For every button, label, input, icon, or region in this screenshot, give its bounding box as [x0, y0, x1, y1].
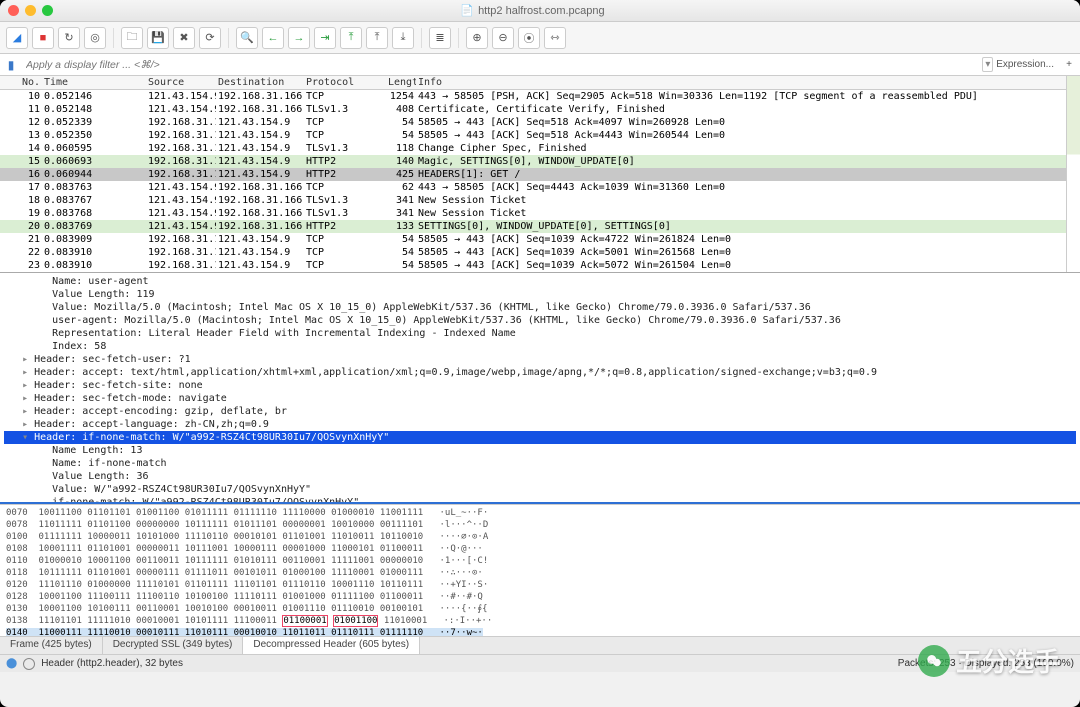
- title-bar: 📄 http2 halfrost.com.pcapng: [0, 0, 1080, 22]
- zoom-reset-icon[interactable]: ⦿: [518, 27, 540, 49]
- zoom-icon[interactable]: [42, 5, 53, 16]
- display-filter-input[interactable]: [22, 57, 974, 73]
- restart-icon[interactable]: ↻: [58, 27, 80, 49]
- goto-icon[interactable]: ⤒: [340, 27, 362, 49]
- packet-row[interactable]: 170.083763121.43.154.9192.168.31.166TCP6…: [0, 181, 1066, 194]
- packet-row[interactable]: 160.060944192.168.31.1…121.43.154.9HTTP2…: [0, 168, 1066, 181]
- window-title: http2 halfrost.com.pcapng: [478, 5, 605, 17]
- bookmark-icon[interactable]: ▮: [4, 58, 18, 72]
- last-icon[interactable]: ⤓: [392, 27, 414, 49]
- status-field: Header (http2.header), 32 bytes: [41, 658, 183, 669]
- packet-row[interactable]: 180.083767121.43.154.9192.168.31.166TLSv…: [0, 194, 1066, 207]
- close-icon[interactable]: [8, 5, 19, 16]
- resize-cols-icon[interactable]: ⇿: [544, 27, 566, 49]
- packet-row[interactable]: 230.083910192.168.31.1…121.43.154.9TCP54…: [0, 259, 1066, 272]
- packet-header: No. Time Source Destination Protocol Len…: [0, 76, 1066, 90]
- gear-icon[interactable]: [23, 658, 35, 670]
- packet-list[interactable]: No. Time Source Destination Protocol Len…: [0, 76, 1080, 272]
- add-filter-button[interactable]: +: [1062, 59, 1076, 70]
- packet-row[interactable]: 190.083768121.43.154.9192.168.31.166TLSv…: [0, 207, 1066, 220]
- packet-row[interactable]: 100.052146121.43.154.9192.168.31.166TCP1…: [0, 90, 1066, 103]
- packet-row[interactable]: 210.083909192.168.31.1…121.43.154.9TCP54…: [0, 233, 1066, 246]
- find-icon[interactable]: 🔍: [236, 27, 258, 49]
- packet-row[interactable]: 130.052350192.168.31.1…121.43.154.9TCP54…: [0, 129, 1066, 142]
- close-file-icon[interactable]: ✖: [173, 27, 195, 49]
- shark-fin-icon[interactable]: ◢: [6, 27, 28, 49]
- packet-bytes[interactable]: 0070 10011100 01101101 01001100 01011111…: [0, 504, 1080, 636]
- packet-row[interactable]: 140.060595192.168.31.1…121.43.154.9TLSv1…: [0, 142, 1066, 155]
- autoscroll-icon[interactable]: ≣: [429, 27, 451, 49]
- options-icon[interactable]: ◎: [84, 27, 106, 49]
- reload-icon[interactable]: ⟳: [199, 27, 221, 49]
- next-icon[interactable]: →: [288, 27, 310, 49]
- tab-decompressed[interactable]: Decompressed Header (605 bytes): [243, 637, 420, 654]
- tab-decrypted[interactable]: Decrypted SSL (349 bytes): [103, 637, 244, 654]
- minimap[interactable]: [1066, 76, 1080, 272]
- packet-row[interactable]: 150.060693192.168.31.1…121.43.154.9HTTP2…: [0, 155, 1066, 168]
- jump-icon[interactable]: ⇥: [314, 27, 336, 49]
- stop-capture-icon[interactable]: ■: [32, 27, 54, 49]
- expression-button[interactable]: ▾ Expression...: [978, 59, 1058, 70]
- tab-frame[interactable]: Frame (425 bytes): [0, 637, 103, 654]
- expert-icon[interactable]: ⬤: [6, 658, 17, 669]
- wechat-icon: [918, 645, 950, 677]
- open-icon[interactable]: 🗀: [121, 27, 143, 49]
- doc-icon: 📄: [460, 4, 474, 17]
- packet-details[interactable]: Name: user-agent Value Length: 119 Value…: [0, 272, 1080, 504]
- watermark: 五分选手: [918, 642, 1060, 679]
- save-icon[interactable]: 💾: [147, 27, 169, 49]
- first-icon[interactable]: ⤒: [366, 27, 388, 49]
- prev-icon[interactable]: ←: [262, 27, 284, 49]
- zoom-in-icon[interactable]: ⊕: [466, 27, 488, 49]
- packet-row[interactable]: 120.052339192.168.31.1…121.43.154.9TCP54…: [0, 116, 1066, 129]
- filter-bar: ▮ ▾ Expression... +: [0, 54, 1080, 76]
- zoom-out-icon[interactable]: ⊖: [492, 27, 514, 49]
- packet-row[interactable]: 220.083910192.168.31.1…121.43.154.9TCP54…: [0, 246, 1066, 259]
- toolbar: ◢ ■ ↻ ◎ 🗀 💾 ✖ ⟳ 🔍 ← → ⇥ ⤒ ⤒ ⤓ ≣ ⊕ ⊖ ⦿ ⇿: [0, 22, 1080, 54]
- minimize-icon[interactable]: [25, 5, 36, 16]
- packet-row[interactable]: 110.052148121.43.154.9192.168.31.166TLSv…: [0, 103, 1066, 116]
- packet-row[interactable]: 200.083769121.43.154.9192.168.31.166HTTP…: [0, 220, 1066, 233]
